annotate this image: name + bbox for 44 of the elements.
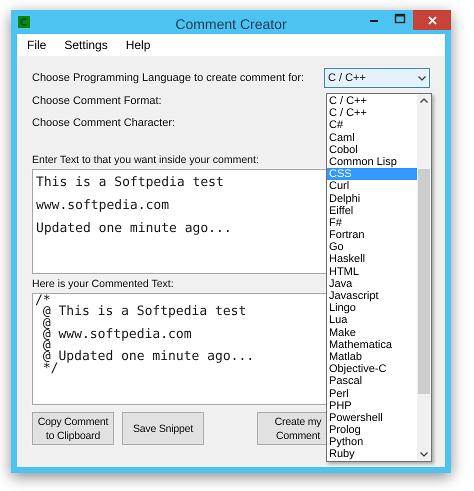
dropdown-option[interactable]: Javascript	[327, 290, 417, 302]
dropdown-option[interactable]: Objective-C	[327, 363, 417, 376]
dropdown-option[interactable]: F#	[327, 216, 417, 230]
menu-item[interactable]: File	[27, 36, 46, 54]
scrollbar[interactable]	[417, 94, 431, 461]
dropdown-option[interactable]: Delphi	[327, 192, 417, 205]
dropdown-option[interactable]: Matlab	[327, 350, 417, 364]
close-button[interactable]	[413, 10, 451, 30]
menu-item[interactable]: Help	[126, 36, 150, 54]
field-label: Enter Text to that you want inside your comment:	[32, 153, 259, 168]
field-label: Here is your Commented Text:	[32, 277, 174, 292]
dropdown-option[interactable]: C#	[327, 119, 417, 132]
dropdown-option[interactable]: Lingo	[327, 302, 417, 314]
app-icon	[18, 16, 30, 28]
field-label: Choose Programming Language to create comment for:	[32, 70, 304, 86]
dropdown-option[interactable]: Haskell	[327, 253, 417, 266]
dropdown-option[interactable]: C / C++	[327, 107, 417, 120]
chevron-up-icon[interactable]	[420, 98, 428, 103]
menu-item[interactable]: Settings	[64, 36, 108, 54]
field-label: Choose Comment Format:	[32, 94, 162, 109]
dropdown-option[interactable]: Curl	[327, 180, 417, 192]
dropdown-option[interactable]: Ruby	[327, 448, 417, 461]
field-label: Choose Comment Character:	[32, 116, 176, 131]
dropdown-option[interactable]: Pascal	[327, 375, 417, 388]
dropdown-option[interactable]: Go	[327, 241, 417, 254]
dropdown-option[interactable]: Mathematica	[327, 338, 417, 351]
dropdown-option[interactable]: Common Lisp	[327, 156, 417, 168]
chevron-down-icon[interactable]	[420, 452, 428, 457]
dropdown-option[interactable]: Java	[327, 278, 417, 290]
dropdown-option[interactable]: Caml	[327, 132, 417, 144]
dropdown-option[interactable]: C / C++	[327, 95, 417, 108]
dropdown-option[interactable]: Perl	[327, 388, 417, 400]
dropdown-option[interactable]: Cobol	[327, 144, 417, 156]
dropdown-option[interactable]: Eiffel	[327, 204, 417, 217]
window-title: Comment Creator	[175, 15, 287, 34]
scrollbar-thumb[interactable]	[418, 169, 430, 394]
dropdown-option[interactable]: Fortran	[327, 229, 417, 242]
language-dropdown[interactable]: C / C++	[324, 68, 430, 88]
action-button[interactable]: Copy Comment to Clipboard	[32, 412, 114, 445]
chevron-down-icon	[418, 76, 426, 80]
action-button[interactable]: Save Snippet	[122, 412, 204, 445]
dropdown-option[interactable]: Lua	[327, 314, 417, 327]
close-icon	[428, 16, 436, 24]
dropdown-option[interactable]: Make	[327, 326, 417, 339]
